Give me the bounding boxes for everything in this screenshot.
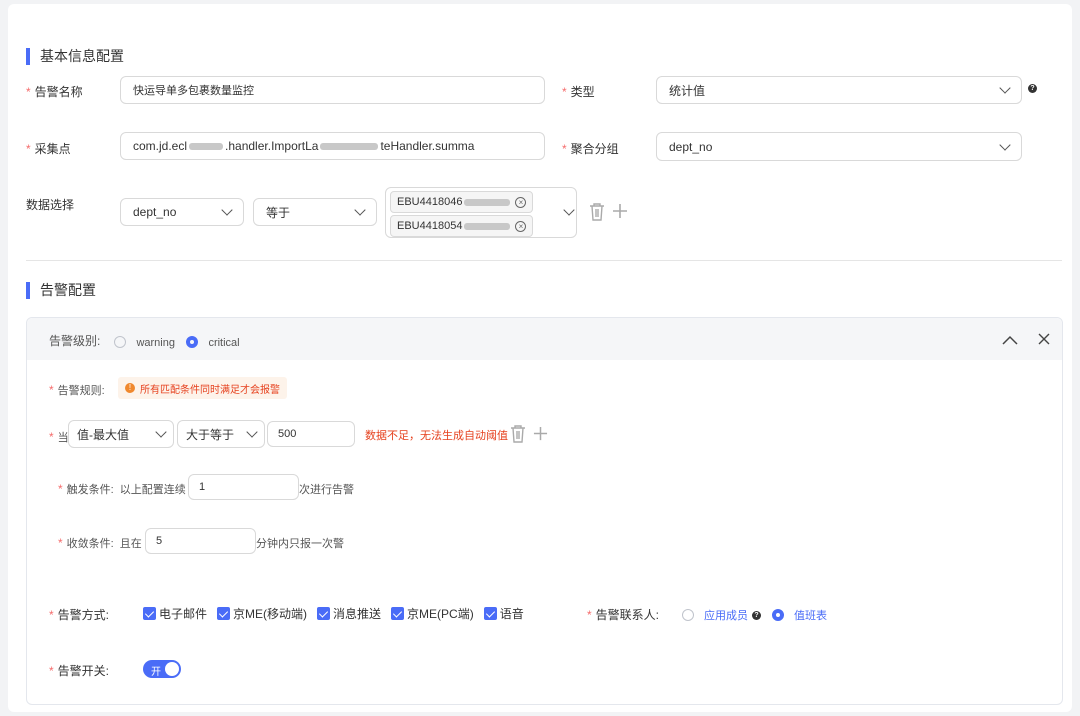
collect-point-input[interactable]: com.jd.ecl .handler.ImportLa teHandler.s…: [120, 132, 545, 160]
alarm-toggle-switch[interactable]: 开: [143, 660, 181, 678]
method-checkbox-jme-mobile[interactable]: 京ME(移动端): [217, 605, 307, 622]
contact-radio-members[interactable]: 应用成员 ?: [682, 607, 761, 623]
level-radio-warning[interactable]: warning: [114, 333, 175, 351]
value-tag: EBU4418054 ×: [390, 215, 534, 237]
metric-select[interactable]: 值-最大值: [68, 420, 174, 448]
alarm-name-label: * 告警名称: [26, 84, 83, 100]
converge-minutes-input[interactable]: 5: [145, 528, 256, 554]
checkbox-checked-icon: [483, 607, 497, 620]
plus-icon[interactable]: [612, 203, 628, 219]
checkbox-checked-icon: [143, 607, 156, 620]
threshold-warning: 数据不足，无法生成自动阈值: [365, 430, 508, 442]
checkbox-checked-icon: [317, 607, 331, 620]
comparator-select[interactable]: 大于等于: [177, 420, 265, 448]
redacted-text: [189, 142, 224, 150]
threshold-input[interactable]: 500: [267, 421, 355, 447]
alarm-panel: 告警级别: warning critical * 告警规则: ! 所有匹配条件同时…: [26, 317, 1063, 705]
level-radio-critical[interactable]: critical: [186, 333, 240, 351]
contact-radio-duty[interactable]: 值班表: [772, 607, 827, 623]
trash-icon[interactable]: [589, 202, 605, 221]
config-card: 基本信息配置 * 告警名称 快运导单多包裹数量监控 * 类型 统计值 ? * 采集点 …: [8, 4, 1072, 712]
data-operator-select[interactable]: 等于: [253, 198, 377, 226]
chevron-down-icon: [999, 82, 1011, 94]
redacted-text: [464, 222, 511, 230]
chevron-down-icon: [221, 204, 233, 216]
alarm-panel-header: 告警级别: warning critical: [27, 318, 1062, 360]
toggle-knob: [165, 662, 179, 676]
contact-label: * 告警联系人:: [587, 607, 660, 623]
radio-icon: [114, 335, 126, 348]
switch-label: * 告警开关:: [49, 663, 110, 679]
help-icon[interactable]: ?: [752, 610, 761, 620]
value-tag: EBU4418046 ×: [390, 191, 534, 213]
alarm-section-title: 告警配置: [26, 280, 96, 300]
method-label: * 告警方式:: [49, 607, 110, 623]
radio-selected-icon: [186, 335, 198, 348]
chevron-down-icon: [155, 426, 167, 438]
group-label: * 聚合分组: [562, 141, 619, 157]
when-label: * 当: [49, 430, 69, 444]
rule-badge: ! 所有匹配条件同时满足才会报警: [118, 377, 287, 399]
alarm-name-input[interactable]: 快运导单多包裹数量监控: [120, 76, 545, 104]
collapse-chevron-up-icon[interactable]: [1002, 335, 1018, 345]
method-checkbox-email[interactable]: 电子邮件: [143, 605, 207, 622]
converge-label: * 收敛条件: 且在: [58, 536, 142, 550]
method-checkbox-group: 电子邮件 京ME(移动端) 消息推送 京ME(PC端) 语音: [143, 605, 534, 622]
info-icon: !: [125, 383, 135, 393]
method-checkbox-jme-pc[interactable]: 京ME(PC端): [391, 605, 474, 622]
radio-icon: [682, 609, 694, 621]
radio-selected-icon: [772, 609, 784, 621]
section-divider: [26, 260, 1062, 261]
tag-multiselect[interactable]: EBU4418046 × EBU4418054 ×: [385, 187, 577, 238]
chevron-down-icon: [999, 138, 1011, 151]
chevron-down-icon: [563, 204, 575, 216]
checkbox-checked-icon: [217, 607, 231, 620]
rule-label: * 告警规则:: [49, 383, 105, 397]
data-select-label: 数据选择: [26, 198, 75, 212]
close-icon[interactable]: ×: [515, 220, 527, 232]
collect-point-label: * 采集点: [26, 141, 71, 157]
method-checkbox-voice[interactable]: 语音: [483, 605, 524, 622]
trigger-label: * 触发条件: 以上配置连续: [58, 482, 186, 496]
trigger-count-input[interactable]: 1: [188, 474, 299, 500]
trigger-suffix: 次进行告警: [299, 484, 354, 496]
group-select[interactable]: dept_no: [656, 132, 1022, 161]
redacted-text: [464, 198, 511, 206]
type-label: * 类型: [562, 84, 595, 100]
plus-icon[interactable]: [533, 426, 548, 441]
basic-section-title: 基本信息配置: [26, 46, 124, 66]
section-accent-bar: [26, 47, 30, 65]
close-icon[interactable]: [1038, 333, 1050, 345]
level-label: 告警级别:: [49, 334, 101, 348]
checkbox-checked-icon: [391, 607, 405, 620]
close-icon[interactable]: ×: [515, 196, 527, 208]
chevron-down-icon: [354, 204, 366, 216]
method-checkbox-push[interactable]: 消息推送: [317, 605, 381, 622]
converge-suffix: 分钟内只报一次警: [256, 538, 344, 550]
section-accent-bar: [26, 281, 30, 299]
chevron-down-icon: [246, 426, 258, 438]
help-icon[interactable]: ?: [1028, 84, 1037, 93]
redacted-text: [320, 142, 379, 150]
data-field-select[interactable]: dept_no: [120, 198, 244, 226]
type-select[interactable]: 统计值: [656, 76, 1022, 104]
trash-icon[interactable]: [510, 424, 526, 443]
